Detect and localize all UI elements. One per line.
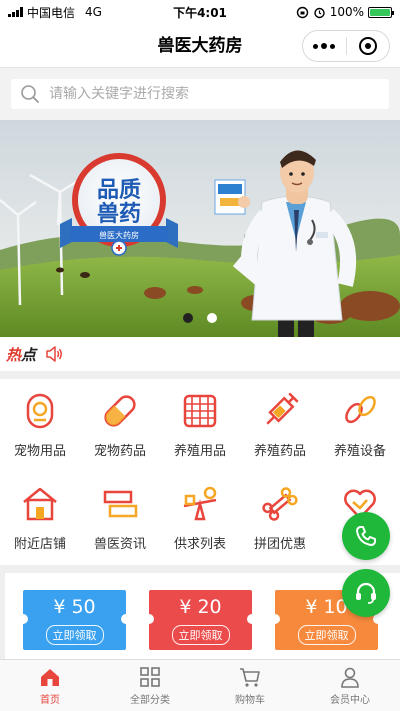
- nav-bar: 兽医大药房: [0, 24, 400, 68]
- battery-icon: [368, 6, 394, 18]
- banner-badge-line1: 品质: [97, 178, 141, 203]
- tab-all-categories[interactable]: 全部分类: [100, 660, 200, 711]
- category-farm-supplies[interactable]: 养殖用品: [160, 379, 240, 472]
- category-pet-medicine[interactable]: 宠物药品: [80, 379, 160, 472]
- category-label: 宠物药品: [93, 444, 146, 459]
- category-supply-demand[interactable]: 供求列表: [160, 472, 240, 565]
- user-icon: [341, 667, 359, 688]
- category-label: 附近店铺: [13, 537, 66, 552]
- search-box[interactable]: [11, 79, 389, 109]
- close-button[interactable]: [347, 31, 390, 61]
- category-nearby-stores[interactable]: 附近店铺: [0, 472, 80, 565]
- coupon-claim-button[interactable]: 立即领取: [297, 625, 356, 645]
- tab-home[interactable]: 首页: [0, 660, 100, 711]
- seesaw-icon: [183, 486, 217, 521]
- carousel-dot[interactable]: [207, 313, 217, 323]
- coupon-claim-button[interactable]: 立即领取: [171, 625, 230, 645]
- carousel-dots: [0, 313, 400, 323]
- category-farm-equipment[interactable]: 养殖设备: [320, 379, 400, 472]
- more-button[interactable]: [303, 31, 346, 61]
- tab-label: 购物车: [235, 695, 265, 706]
- category-label: 拼团优惠: [253, 537, 306, 552]
- syringe-icon: [266, 392, 299, 425]
- grid-cage-icon: [183, 394, 217, 428]
- coupon-amount: ¥ 20: [179, 596, 222, 618]
- headset-icon: [356, 582, 376, 604]
- hot-news-bar[interactable]: 热点: [0, 337, 400, 371]
- banner-ribbon-text: 兽医大药房: [99, 230, 139, 240]
- tab-bar: 首页 全部分类 购物车 会员中心: [0, 659, 400, 711]
- category-label: 养殖药品: [253, 444, 306, 459]
- banner-carousel[interactable]: 品质 兽药 兽医大药房: [0, 120, 400, 337]
- bone-icon: [262, 487, 298, 521]
- tab-member-center[interactable]: 会员中心: [300, 660, 400, 711]
- grid-icon: [140, 667, 160, 687]
- coupon-strip: ¥ 50 立即领取 ¥ 20 立即领取 ¥ 10 立即领取: [5, 573, 400, 659]
- banner-image: 品质 兽药 兽医大药房: [0, 120, 400, 337]
- category-label: 宠物用品: [13, 444, 66, 459]
- tab-label: 首页: [40, 695, 60, 706]
- coupon-card[interactable]: ¥ 20 立即领取: [144, 590, 257, 650]
- network-label: 4G: [85, 5, 102, 19]
- phone-icon: [356, 526, 376, 546]
- more-dots-icon: [313, 43, 336, 49]
- footprints-icon: [345, 395, 376, 424]
- rotation-lock-icon: [296, 6, 308, 18]
- coupon-amount: ¥ 50: [53, 596, 96, 618]
- status-bar: 中国电信 4G 下午4:01 100%: [0, 0, 400, 24]
- category-grid: 宠物用品 宠物药品 养殖用品 养殖药品 养殖设备 附近店铺 兽医资讯 供求列表 …: [0, 379, 400, 565]
- coupon-claim-button[interactable]: 立即领取: [45, 625, 104, 645]
- carousel-dot[interactable]: [183, 313, 193, 323]
- category-label: 供求列表: [173, 537, 226, 552]
- signal-icon: [8, 7, 23, 17]
- phone-button[interactable]: [342, 512, 390, 560]
- store-icon: [23, 487, 57, 521]
- customer-service-button[interactable]: [342, 569, 390, 617]
- capsule-icon: [104, 395, 136, 427]
- search-bar: [0, 68, 400, 120]
- battery-percent: 100%: [329, 5, 364, 19]
- tab-label: 全部分类: [130, 695, 170, 706]
- category-group-buy[interactable]: 拼团优惠: [240, 472, 320, 565]
- target-circle-icon: [358, 37, 377, 55]
- search-input[interactable]: [49, 86, 389, 102]
- category-farm-medicine[interactable]: 养殖药品: [240, 379, 320, 472]
- banner-badge-line2: 兽药: [97, 201, 141, 227]
- search-icon: [21, 85, 39, 103]
- pet-supplies-icon: [26, 393, 54, 429]
- carrier-label: 中国电信: [27, 5, 76, 20]
- home-icon: [41, 669, 59, 686]
- alarm-icon: [313, 7, 325, 18]
- category-vet-news[interactable]: 兽医资讯: [80, 472, 160, 565]
- tab-cart[interactable]: 购物车: [200, 660, 300, 711]
- hot-title: 热点: [6, 345, 37, 364]
- news-icon: [103, 490, 138, 518]
- category-label: 兽医资讯: [93, 537, 146, 552]
- category-label: 养殖用品: [173, 444, 226, 459]
- mini-program-capsule: [302, 30, 390, 62]
- category-pet-supplies[interactable]: 宠物用品: [0, 379, 80, 472]
- speaker-icon: [46, 346, 63, 362]
- tab-label: 会员中心: [330, 695, 370, 706]
- category-label: 养殖设备: [333, 444, 386, 459]
- cart-icon: [240, 668, 260, 687]
- coupon-card[interactable]: ¥ 50 立即领取: [18, 590, 131, 650]
